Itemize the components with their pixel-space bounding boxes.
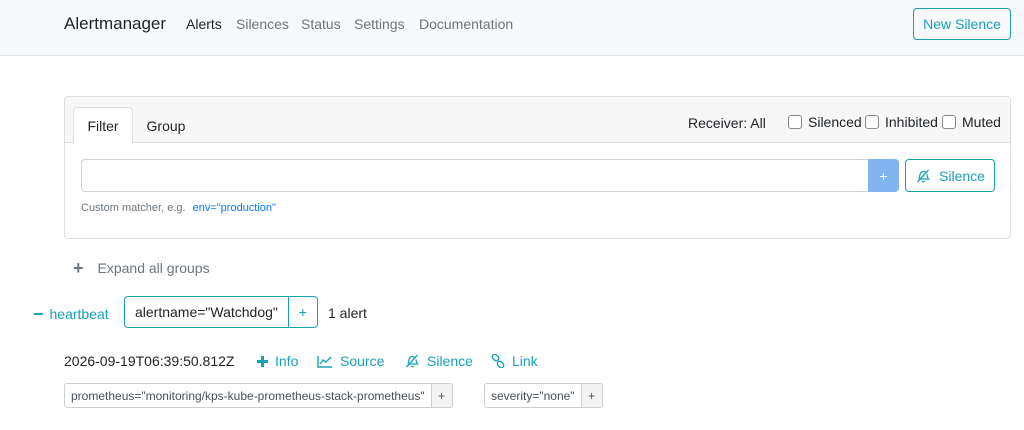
group-label-add-button[interactable]: + xyxy=(287,296,318,328)
filter-card-header: Filter Group Receiver: All Silenced Inhi… xyxy=(65,97,1010,144)
expand-all-label: Expand all groups xyxy=(97,260,210,276)
source-label: Source xyxy=(340,353,385,369)
group-collapse-toggle[interactable]: − heartbeat xyxy=(33,305,109,323)
alert-label: prometheus="monitoring/kps-kube-promethe… xyxy=(64,383,453,408)
alert-label: severity="none" + xyxy=(484,383,603,408)
group-name: heartbeat xyxy=(49,306,109,322)
filter-card: Filter Group Receiver: All Silenced Inhi… xyxy=(64,96,1011,239)
alert-count: 1 alert xyxy=(328,305,367,321)
hint-prefix: Custom matcher, e.g. xyxy=(81,202,186,214)
alert-label-add-button[interactable]: + xyxy=(430,383,453,408)
nav-documentation[interactable]: Documentation xyxy=(419,16,513,32)
minus-icon: − xyxy=(33,304,44,324)
tab-filter[interactable]: Filter xyxy=(73,107,133,144)
nav-silences[interactable]: Silences xyxy=(236,16,289,32)
new-silence-button[interactable]: New Silence xyxy=(913,8,1011,40)
bell-slash-icon xyxy=(917,169,931,182)
silenced-label: Silenced xyxy=(808,114,862,130)
inhibited-checkbox[interactable]: Inhibited xyxy=(865,114,938,130)
link-icon xyxy=(491,354,505,368)
receiver-select[interactable]: Receiver: All xyxy=(688,115,766,131)
plus-icon xyxy=(257,355,268,367)
tab-group[interactable]: Group xyxy=(137,107,195,144)
info-button[interactable]: Info xyxy=(257,353,298,369)
filter-input[interactable] xyxy=(81,159,868,192)
alert-timestamp: 2026-09-19T06:39:50.812Z xyxy=(64,353,235,369)
chart-line-icon xyxy=(317,355,332,368)
nav-status[interactable]: Status xyxy=(301,16,341,32)
link-button[interactable]: Link xyxy=(491,353,538,369)
nav-alerts[interactable]: Alerts xyxy=(186,16,222,32)
navbar: Alertmanager Alerts Silences Status Sett… xyxy=(0,0,1024,56)
brand[interactable]: Alertmanager xyxy=(64,14,166,34)
silenced-checkbox[interactable]: Silenced xyxy=(788,114,862,130)
group-label-text[interactable]: alertname="Watchdog" xyxy=(124,296,289,328)
muted-checkbox[interactable]: Muted xyxy=(942,114,1001,130)
alert-label-text[interactable]: severity="none" xyxy=(484,383,582,408)
link-label: Link xyxy=(512,353,538,369)
checkbox-box[interactable] xyxy=(865,115,879,129)
checkbox-box[interactable] xyxy=(942,115,956,129)
checkbox-box[interactable] xyxy=(788,115,802,129)
info-label: Info xyxy=(275,353,299,369)
silence-filter-label: Silence xyxy=(939,167,985,184)
plus-icon: + xyxy=(73,258,84,278)
muted-label: Muted xyxy=(962,114,1001,130)
hint-example: env="production" xyxy=(192,202,276,214)
add-filter-button[interactable]: + xyxy=(868,159,899,192)
bell-slash-icon xyxy=(406,354,420,368)
nav-settings[interactable]: Settings xyxy=(354,16,405,32)
inhibited-label: Inhibited xyxy=(885,114,938,130)
silence-alert-button[interactable]: Silence xyxy=(404,353,473,369)
group-label: alertname="Watchdog" + xyxy=(124,296,318,328)
alert-label-add-button[interactable]: + xyxy=(580,383,603,408)
silence-alert-label: Silence xyxy=(427,353,473,369)
silence-filter-button[interactable]: Silence xyxy=(905,159,995,192)
source-button[interactable]: Source xyxy=(317,353,384,369)
expand-all-groups[interactable]: + Expand all groups xyxy=(73,259,210,277)
alert-label-text[interactable]: prometheus="monitoring/kps-kube-promethe… xyxy=(64,383,432,408)
matcher-hint: Custom matcher, e.g. env="production" xyxy=(81,202,276,214)
